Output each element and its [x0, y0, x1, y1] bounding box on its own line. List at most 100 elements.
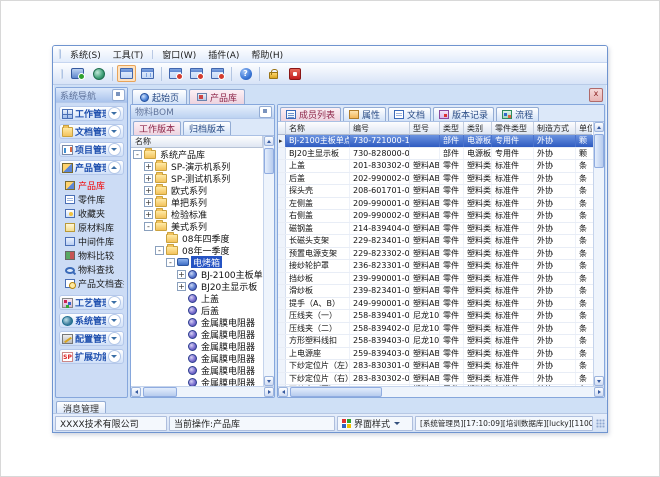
scroll-right-icon[interactable] [594, 387, 604, 397]
table-row[interactable]: 提手（A、B）249-990001-01I塑料ABS零件塑料类标准件外协条 [278, 298, 593, 311]
sidebar-group-system-mgmt[interactable]: 系统管理 [59, 313, 124, 328]
tree-node[interactable]: 08年四季度 [131, 232, 263, 244]
expander-minus-icon[interactable]: - [166, 258, 175, 267]
tree-node[interactable]: +检验标准 [131, 208, 263, 220]
chevron-up-icon[interactable] [108, 161, 121, 174]
menu-item-plugins[interactable]: 插件(A) [202, 47, 245, 62]
help-button[interactable] [236, 65, 255, 82]
sidebar-group-doc-mgmt[interactable]: 文档管理 [59, 124, 124, 139]
toolbar-grip[interactable] [60, 69, 63, 79]
tab-member-list[interactable]: 成员列表 [280, 107, 341, 121]
table-row[interactable]: 后盖202-990002-01I塑料ABS零件塑料类标准件外协条 [278, 173, 593, 186]
sidebar-item-product-doc-search[interactable]: 产品文档查找 [59, 277, 124, 290]
scroll-right-icon[interactable] [264, 387, 274, 397]
column-header[interactable]: 编号 [350, 122, 410, 135]
chevron-down-icon[interactable] [108, 125, 121, 138]
sidebar-group-work-mgmt[interactable]: 工作管理 [59, 106, 124, 121]
table-row[interactable]: 下纱定位片（左）283-830301-00I塑料ABS零件塑料类标准件外协条 [278, 360, 593, 373]
expander-minus-icon[interactable]: - [155, 246, 164, 255]
scroll-up-icon[interactable] [264, 136, 274, 146]
table-row[interactable]: 挡纱板239-990001-01I塑料ABS零件塑料类标准件外协条 [278, 273, 593, 286]
table-row[interactable]: BJ20主显示板730-828000-04I部件电源板专用件外协颗 [278, 148, 593, 161]
tree-node[interactable]: +SP-测试机系列 [131, 172, 263, 184]
expander-minus-icon[interactable]: - [144, 222, 153, 231]
column-header[interactable]: 型号 [410, 122, 440, 135]
scroll-track[interactable] [288, 387, 594, 397]
power-button[interactable] [285, 65, 304, 82]
tree-node[interactable]: 金属膜电阻器 [131, 316, 263, 328]
table-row[interactable]: 上电源座259-839403-00I塑料ABS零件塑料类标准件外协条 [278, 348, 593, 361]
menu-item-tools[interactable]: 工具(T) [107, 47, 150, 62]
scroll-up-icon[interactable] [594, 122, 604, 132]
window-close-button[interactable] [166, 65, 185, 82]
sidebar-item-intermediate-library[interactable]: 中间件库 [59, 235, 124, 248]
table-row[interactable]: 预置电源支架229-823302-00I塑料ABS零件塑料类标准件外协条 [278, 248, 593, 261]
tree-node[interactable]: +SP-演示机系列 [131, 160, 263, 172]
expander-plus-icon[interactable]: + [177, 270, 186, 279]
scroll-left-icon[interactable] [278, 387, 288, 397]
chevron-down-icon[interactable] [108, 332, 121, 345]
scroll-track[interactable] [264, 146, 274, 376]
pin-icon[interactable] [112, 89, 125, 101]
scroll-track[interactable] [594, 132, 604, 376]
expander-plus-icon[interactable]: + [144, 198, 153, 207]
resize-grip[interactable] [596, 419, 605, 428]
sidebar-item-material-search[interactable]: 物料查找 [59, 263, 124, 276]
expander-minus-icon[interactable]: - [133, 150, 142, 159]
tab-workflow[interactable]: 流程 [496, 107, 539, 121]
sidebar-item-product-library[interactable]: 产品库 [59, 179, 124, 192]
pin-icon[interactable] [259, 106, 272, 118]
close-icon[interactable]: x [589, 88, 603, 102]
tab-documents[interactable]: 文档 [388, 107, 431, 121]
chevron-down-icon[interactable] [108, 107, 121, 120]
expander-plus-icon[interactable]: + [144, 174, 153, 183]
scroll-thumb[interactable] [143, 387, 177, 397]
ui-style-dropdown[interactable]: 界面样式 [337, 416, 413, 431]
tree-node[interactable]: 金属膜电阻器 [131, 364, 263, 376]
expander-plus-icon[interactable]: + [144, 186, 153, 195]
tree-column-header[interactable]: 名称 [131, 136, 263, 148]
window-columns-button[interactable] [138, 65, 157, 82]
tree-node[interactable]: 金属膜电阻器 [131, 376, 263, 386]
table-row[interactable]: 滑纱板239-823401-00I塑料ABS零件塑料类标准件外协条 [278, 285, 593, 298]
chevron-down-icon[interactable] [108, 350, 121, 363]
tree-node[interactable]: -电烤箱 [131, 256, 263, 268]
tree-node[interactable]: +单把系列 [131, 196, 263, 208]
menu-item-help[interactable]: 帮助(H) [245, 47, 289, 62]
column-header[interactable]: 制造方式 [534, 122, 576, 135]
table-vertical-scrollbar[interactable] [593, 122, 604, 386]
tree-node[interactable]: +欧式系列 [131, 184, 263, 196]
tree-node[interactable]: 上盖 [131, 292, 263, 304]
scroll-track[interactable] [141, 387, 264, 397]
tree-node[interactable]: -08年一季度 [131, 244, 263, 256]
scroll-left-icon[interactable] [131, 387, 141, 397]
lock-button[interactable] [264, 65, 283, 82]
table-row[interactable]: ▸BJ-2100主板单点730-721000-12I部件电源板专用件外协颗 [278, 135, 593, 148]
tab-version-history[interactable]: 版本记录 [433, 107, 494, 121]
tree-node[interactable]: -系统产品库 [131, 148, 263, 160]
scroll-down-icon[interactable] [594, 376, 604, 386]
sidebar-item-material-compare[interactable]: 物料比较 [59, 249, 124, 262]
table-row[interactable]: 上盖201-830302-00I塑料ABS零件塑料类标准件外协条 [278, 160, 593, 173]
scroll-thumb[interactable] [290, 387, 382, 397]
table-row[interactable]: 压线夹（二）258-839402-00I尼龙1010零件塑料类标准件外协条 [278, 323, 593, 336]
sidebar-item-favorites[interactable]: 收藏夹 [59, 207, 124, 220]
sidebar-group-project-mgmt[interactable]: 项目管理 [59, 142, 124, 157]
tree-node[interactable]: 金属膜电阻器 [131, 340, 263, 352]
table-row[interactable]: 右侧盖209-990002-01I塑料ABS零件塑料类标准件外协条 [278, 210, 593, 223]
chevron-down-icon[interactable] [108, 296, 121, 309]
table-row[interactable]: 压线夹（一）258-839401-00I尼龙1010零件塑料类标准件外协条 [278, 310, 593, 323]
tree-node[interactable]: 金属膜电阻器 [131, 328, 263, 340]
tab-product-library[interactable]: 产品库 [189, 89, 245, 104]
table-row[interactable]: 探头壳208-601701-01I塑料ABS零件塑料类标准件外协条 [278, 185, 593, 198]
scroll-thumb[interactable] [594, 134, 604, 168]
table-row[interactable]: 下纱定位片（右）283-830302-00I塑料ABS零件塑料类标准件外协条 [278, 373, 593, 386]
tab-work-version[interactable]: 工作版本 [133, 121, 181, 135]
tree-node[interactable]: -美式系列 [131, 220, 263, 232]
desktop-button[interactable] [68, 65, 87, 82]
menu-item-system[interactable]: 系统(S) [64, 47, 107, 62]
sidebar-group-config-mgmt[interactable]: 配置管理 [59, 331, 124, 346]
globe-button[interactable] [89, 65, 108, 82]
table-row[interactable]: 接纱轮护罩236-823301-00I塑料ABS零件塑料类标准件外协条 [278, 260, 593, 273]
sidebar-group-extensions[interactable]: 扩展功能 [59, 349, 124, 364]
